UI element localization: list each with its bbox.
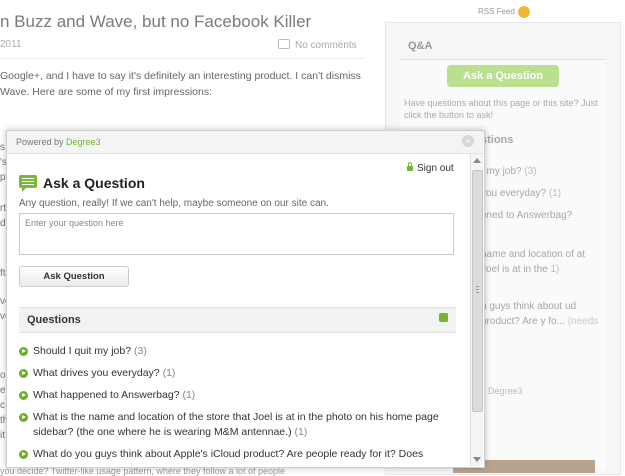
modal-scrollbar[interactable] bbox=[470, 154, 483, 466]
powered-by: Powered by Degree3 bbox=[16, 137, 101, 147]
sidebar-powered-by[interactable]: y Degree3 bbox=[481, 386, 523, 396]
rss-label: RSS Feed bbox=[478, 7, 515, 17]
question-text: What do you guys think about Apple's iCl… bbox=[33, 448, 424, 460]
sidebar-ask-button[interactable]: Ask a Question bbox=[447, 65, 559, 87]
questions-rss-icon[interactable] bbox=[439, 313, 448, 322]
sidebar-question-more: (needs bbox=[567, 316, 599, 327]
sidebar-question-text: u guys think about ud product? Are y fo.… bbox=[481, 301, 577, 327]
question-item[interactable]: What do you guys think about Apple's iCl… bbox=[19, 447, 444, 462]
scroll-down-icon[interactable] bbox=[473, 457, 481, 462]
post-text-fragment: e bbox=[0, 385, 6, 396]
arrow-bullet-icon bbox=[19, 450, 28, 459]
sidebar-question[interactable]: t my job? (3) bbox=[481, 164, 601, 179]
post-title[interactable]: n Buzz and Wave, but no Facebook Killer bbox=[0, 12, 311, 32]
scroll-up-icon[interactable] bbox=[473, 158, 481, 163]
post-date: 2011 bbox=[0, 39, 22, 50]
questions-heading: Questions bbox=[27, 314, 81, 326]
sidebar-question-text: name and location of at Joel is at in th… bbox=[481, 249, 585, 275]
sidebar-question-text: you everyday? bbox=[481, 188, 547, 199]
sign-out-link[interactable]: Sign out bbox=[407, 162, 454, 174]
questions-list: Should I quit my job? (3) What drives yo… bbox=[19, 344, 444, 467]
sidebar-heading: Q&A bbox=[408, 40, 433, 52]
answer-count: (1) bbox=[182, 389, 196, 401]
post-text-fragment: d bbox=[0, 218, 6, 229]
ask-question-button[interactable]: Ask Question bbox=[19, 266, 129, 287]
chat-bubble-icon bbox=[19, 175, 37, 192]
sidebar-question-count: (3) bbox=[524, 166, 537, 177]
scrollbar-thumb[interactable] bbox=[472, 170, 483, 412]
close-icon[interactable]: × bbox=[462, 135, 474, 147]
question-input[interactable] bbox=[19, 213, 454, 255]
arrow-bullet-icon bbox=[19, 413, 28, 422]
post-text-fragment: ft bbox=[0, 268, 6, 279]
arrow-bullet-icon bbox=[19, 369, 28, 378]
rss-feed-link[interactable]: RSS Feed bbox=[478, 6, 530, 18]
arrow-bullet-icon bbox=[19, 347, 28, 356]
sidebar-question[interactable]: u guys think about ud product? Are y fo.… bbox=[481, 299, 601, 329]
post-text-fragment: it bbox=[0, 430, 5, 441]
sidebar-note: Have questions about this page or this s… bbox=[404, 98, 598, 120]
sidebar-question-count: 1) bbox=[550, 264, 560, 275]
ask-question-modal: Powered by Degree3 × Sign out Ask a Ques… bbox=[6, 130, 485, 468]
sidebar-question[interactable]: name and location of at Joel is at in th… bbox=[481, 247, 601, 277]
degree3-link[interactable]: Degree3 bbox=[66, 137, 101, 147]
divider bbox=[0, 58, 365, 59]
modal-subtitle: Any question, really! If we can't help, … bbox=[19, 198, 329, 209]
post-text-fragment: c bbox=[0, 400, 5, 411]
answer-count: (3) bbox=[133, 345, 147, 357]
post-intro: Google+, and I have to say it's definite… bbox=[0, 70, 361, 98]
question-text: What happened to Answerbag? bbox=[33, 389, 180, 401]
sidebar-questions-heading: stions bbox=[481, 134, 514, 146]
sidebar-question-text: t my job? bbox=[481, 166, 522, 177]
rss-icon bbox=[517, 6, 530, 18]
modal-header: Powered by Degree3 × bbox=[7, 131, 484, 154]
modal-title: Ask a Question bbox=[43, 175, 145, 191]
modal-body: Sign out Ask a Question Any question, re… bbox=[7, 154, 470, 467]
question-text: What is the name and location of the sto… bbox=[33, 411, 439, 438]
arrow-bullet-icon bbox=[19, 391, 28, 400]
powered-by-label: Powered by bbox=[16, 137, 64, 147]
sidebar-question-count: (1) bbox=[548, 188, 562, 199]
questions-header: Questions bbox=[19, 307, 456, 333]
question-text: Should I quit my job? bbox=[33, 345, 132, 357]
comments-label: No comments bbox=[295, 40, 357, 51]
question-text: What drives you everyday? bbox=[33, 367, 160, 379]
comment-icon bbox=[278, 39, 290, 49]
sign-out-label: Sign out bbox=[417, 163, 454, 174]
sidebar-question[interactable]: you everyday? (1) bbox=[481, 186, 601, 201]
answer-count: (1) bbox=[294, 426, 308, 438]
post-text-fragment: s bbox=[0, 142, 5, 153]
sidebar-question-text: ened to Answerbag? bbox=[481, 210, 573, 221]
sidebar-question[interactable]: ened to Answerbag? bbox=[481, 208, 601, 223]
question-item[interactable]: What is the name and location of the sto… bbox=[19, 410, 444, 440]
lock-icon bbox=[407, 162, 413, 171]
answer-count: (1) bbox=[162, 367, 176, 379]
question-item[interactable]: What drives you everyday? (1) bbox=[19, 366, 444, 381]
question-item[interactable]: Should I quit my job? (3) bbox=[19, 344, 444, 359]
comments-link[interactable]: No comments bbox=[278, 39, 357, 51]
question-item[interactable]: What happened to Answerbag? (1) bbox=[19, 388, 444, 403]
